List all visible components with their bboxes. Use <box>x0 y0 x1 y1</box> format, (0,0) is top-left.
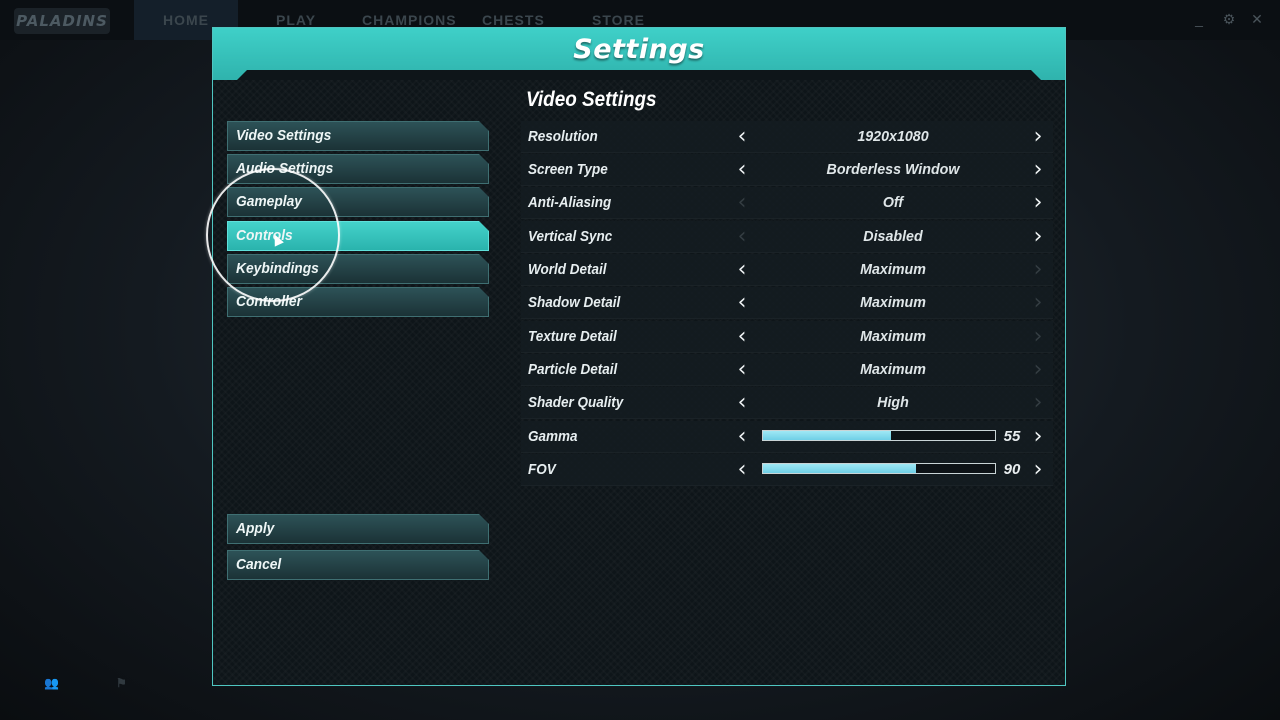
menu-label: Video Settings <box>236 127 332 144</box>
close-icon[interactable]: ✕ <box>1250 12 1264 26</box>
chevron-right-icon: › <box>1033 290 1043 315</box>
apply-label: Apply <box>236 520 275 537</box>
chevron-right-icon[interactable]: › <box>1026 187 1050 218</box>
menu-video-settings[interactable]: Video Settings <box>227 121 489 151</box>
chevron-right-icon[interactable]: › <box>1026 154 1050 185</box>
setting-label: Gamma <box>528 428 578 445</box>
setting-label: Shader Quality <box>528 394 624 411</box>
minimize-icon[interactable]: _ <box>1192 12 1206 26</box>
menu-label: Audio Settings <box>236 160 334 177</box>
slider-value: 90 <box>1003 461 1021 478</box>
chevron-right-icon[interactable]: › <box>1026 454 1050 485</box>
setting-row-world-detail: World Detail ‹ Maximum › <box>521 254 1053 286</box>
chevron-right-icon[interactable]: › <box>1026 421 1050 452</box>
setting-row-particle-detail: Particle Detail ‹ Maximum › <box>521 354 1053 386</box>
setting-label: Anti-Aliasing <box>528 194 612 211</box>
chevron-right-icon: › <box>1033 257 1043 282</box>
menu-label: Gameplay <box>236 193 302 210</box>
game-logo: PALADINS <box>14 8 110 34</box>
cancel-label: Cancel <box>236 556 282 573</box>
setting-label: Resolution <box>528 128 598 145</box>
setting-row-vertical-sync: Vertical Sync ‹ Disabled › <box>521 221 1053 253</box>
setting-label: FOV <box>528 461 556 478</box>
chevron-right-icon: › <box>1033 390 1043 415</box>
settings-modal: Settings Video Settings Audio Settings G… <box>212 27 1066 686</box>
setting-value: Off <box>882 194 904 211</box>
modal-title: Settings <box>573 34 705 65</box>
setting-label: World Detail <box>528 261 607 278</box>
apply-button[interactable]: Apply <box>227 514 489 544</box>
setting-label: Vertical Sync <box>528 228 613 245</box>
setting-value: High <box>877 394 909 411</box>
chevron-left-icon[interactable]: ‹ <box>730 421 754 452</box>
setting-value: Maximum <box>860 328 926 345</box>
setting-label: Screen Type <box>528 161 608 178</box>
chevron-right-icon[interactable]: › <box>1026 221 1050 252</box>
menu-keybindings[interactable]: Keybindings <box>227 254 489 284</box>
setting-row-screen-type: Screen Type ‹ Borderless Window › <box>521 154 1053 186</box>
setting-row-shader-quality: Shader Quality ‹ High › <box>521 387 1053 419</box>
setting-row-resolution: Resolution ‹ 1920x1080 › <box>521 121 1053 153</box>
setting-row-fov: FOV ‹ 90 › <box>521 454 1053 486</box>
setting-row-gamma: Gamma ‹ 55 › <box>521 421 1053 453</box>
setting-row-texture-detail: Texture Detail ‹ Maximum › <box>521 321 1053 353</box>
menu-label: Controller <box>236 293 302 310</box>
header-divider <box>237 70 1041 80</box>
friends-icon: 👥 <box>44 676 59 690</box>
chevron-left-icon[interactable]: ‹ <box>730 454 754 485</box>
gear-icon[interactable]: ⚙ <box>1222 12 1236 26</box>
party-icon: ⚑ <box>116 676 127 690</box>
menu-controller[interactable]: Controller <box>227 287 489 317</box>
setting-value: Disabled <box>863 228 923 245</box>
setting-label: Particle Detail <box>528 361 618 378</box>
chevron-right-icon: › <box>1033 324 1043 349</box>
slider-value: 55 <box>1003 428 1021 445</box>
menu-gameplay[interactable]: Gameplay <box>227 187 489 217</box>
setting-value: Maximum <box>860 361 926 378</box>
gamma-slider[interactable] <box>762 430 996 441</box>
menu-label: Keybindings <box>236 260 319 277</box>
chevron-right-icon[interactable]: › <box>1026 121 1050 152</box>
setting-row-shadow-detail: Shadow Detail ‹ Maximum › <box>521 287 1053 319</box>
slider-fill <box>763 431 891 440</box>
fov-slider[interactable] <box>762 463 996 474</box>
setting-value: Maximum <box>860 294 926 311</box>
chevron-right-icon: › <box>1033 357 1043 382</box>
menu-controls[interactable]: Controls <box>227 221 489 251</box>
setting-row-anti-aliasing: Anti-Aliasing ‹ Off › <box>521 187 1053 219</box>
setting-label: Texture Detail <box>528 328 617 345</box>
setting-value: Borderless Window <box>826 161 960 178</box>
menu-audio-settings[interactable]: Audio Settings <box>227 154 489 184</box>
menu-label: Controls <box>236 227 293 244</box>
setting-label: Shadow Detail <box>528 294 621 311</box>
setting-value: 1920x1080 <box>857 128 929 145</box>
setting-value: Maximum <box>860 261 926 278</box>
section-title: Video Settings <box>526 88 657 111</box>
slider-fill <box>763 464 917 473</box>
cancel-button[interactable]: Cancel <box>227 550 489 580</box>
